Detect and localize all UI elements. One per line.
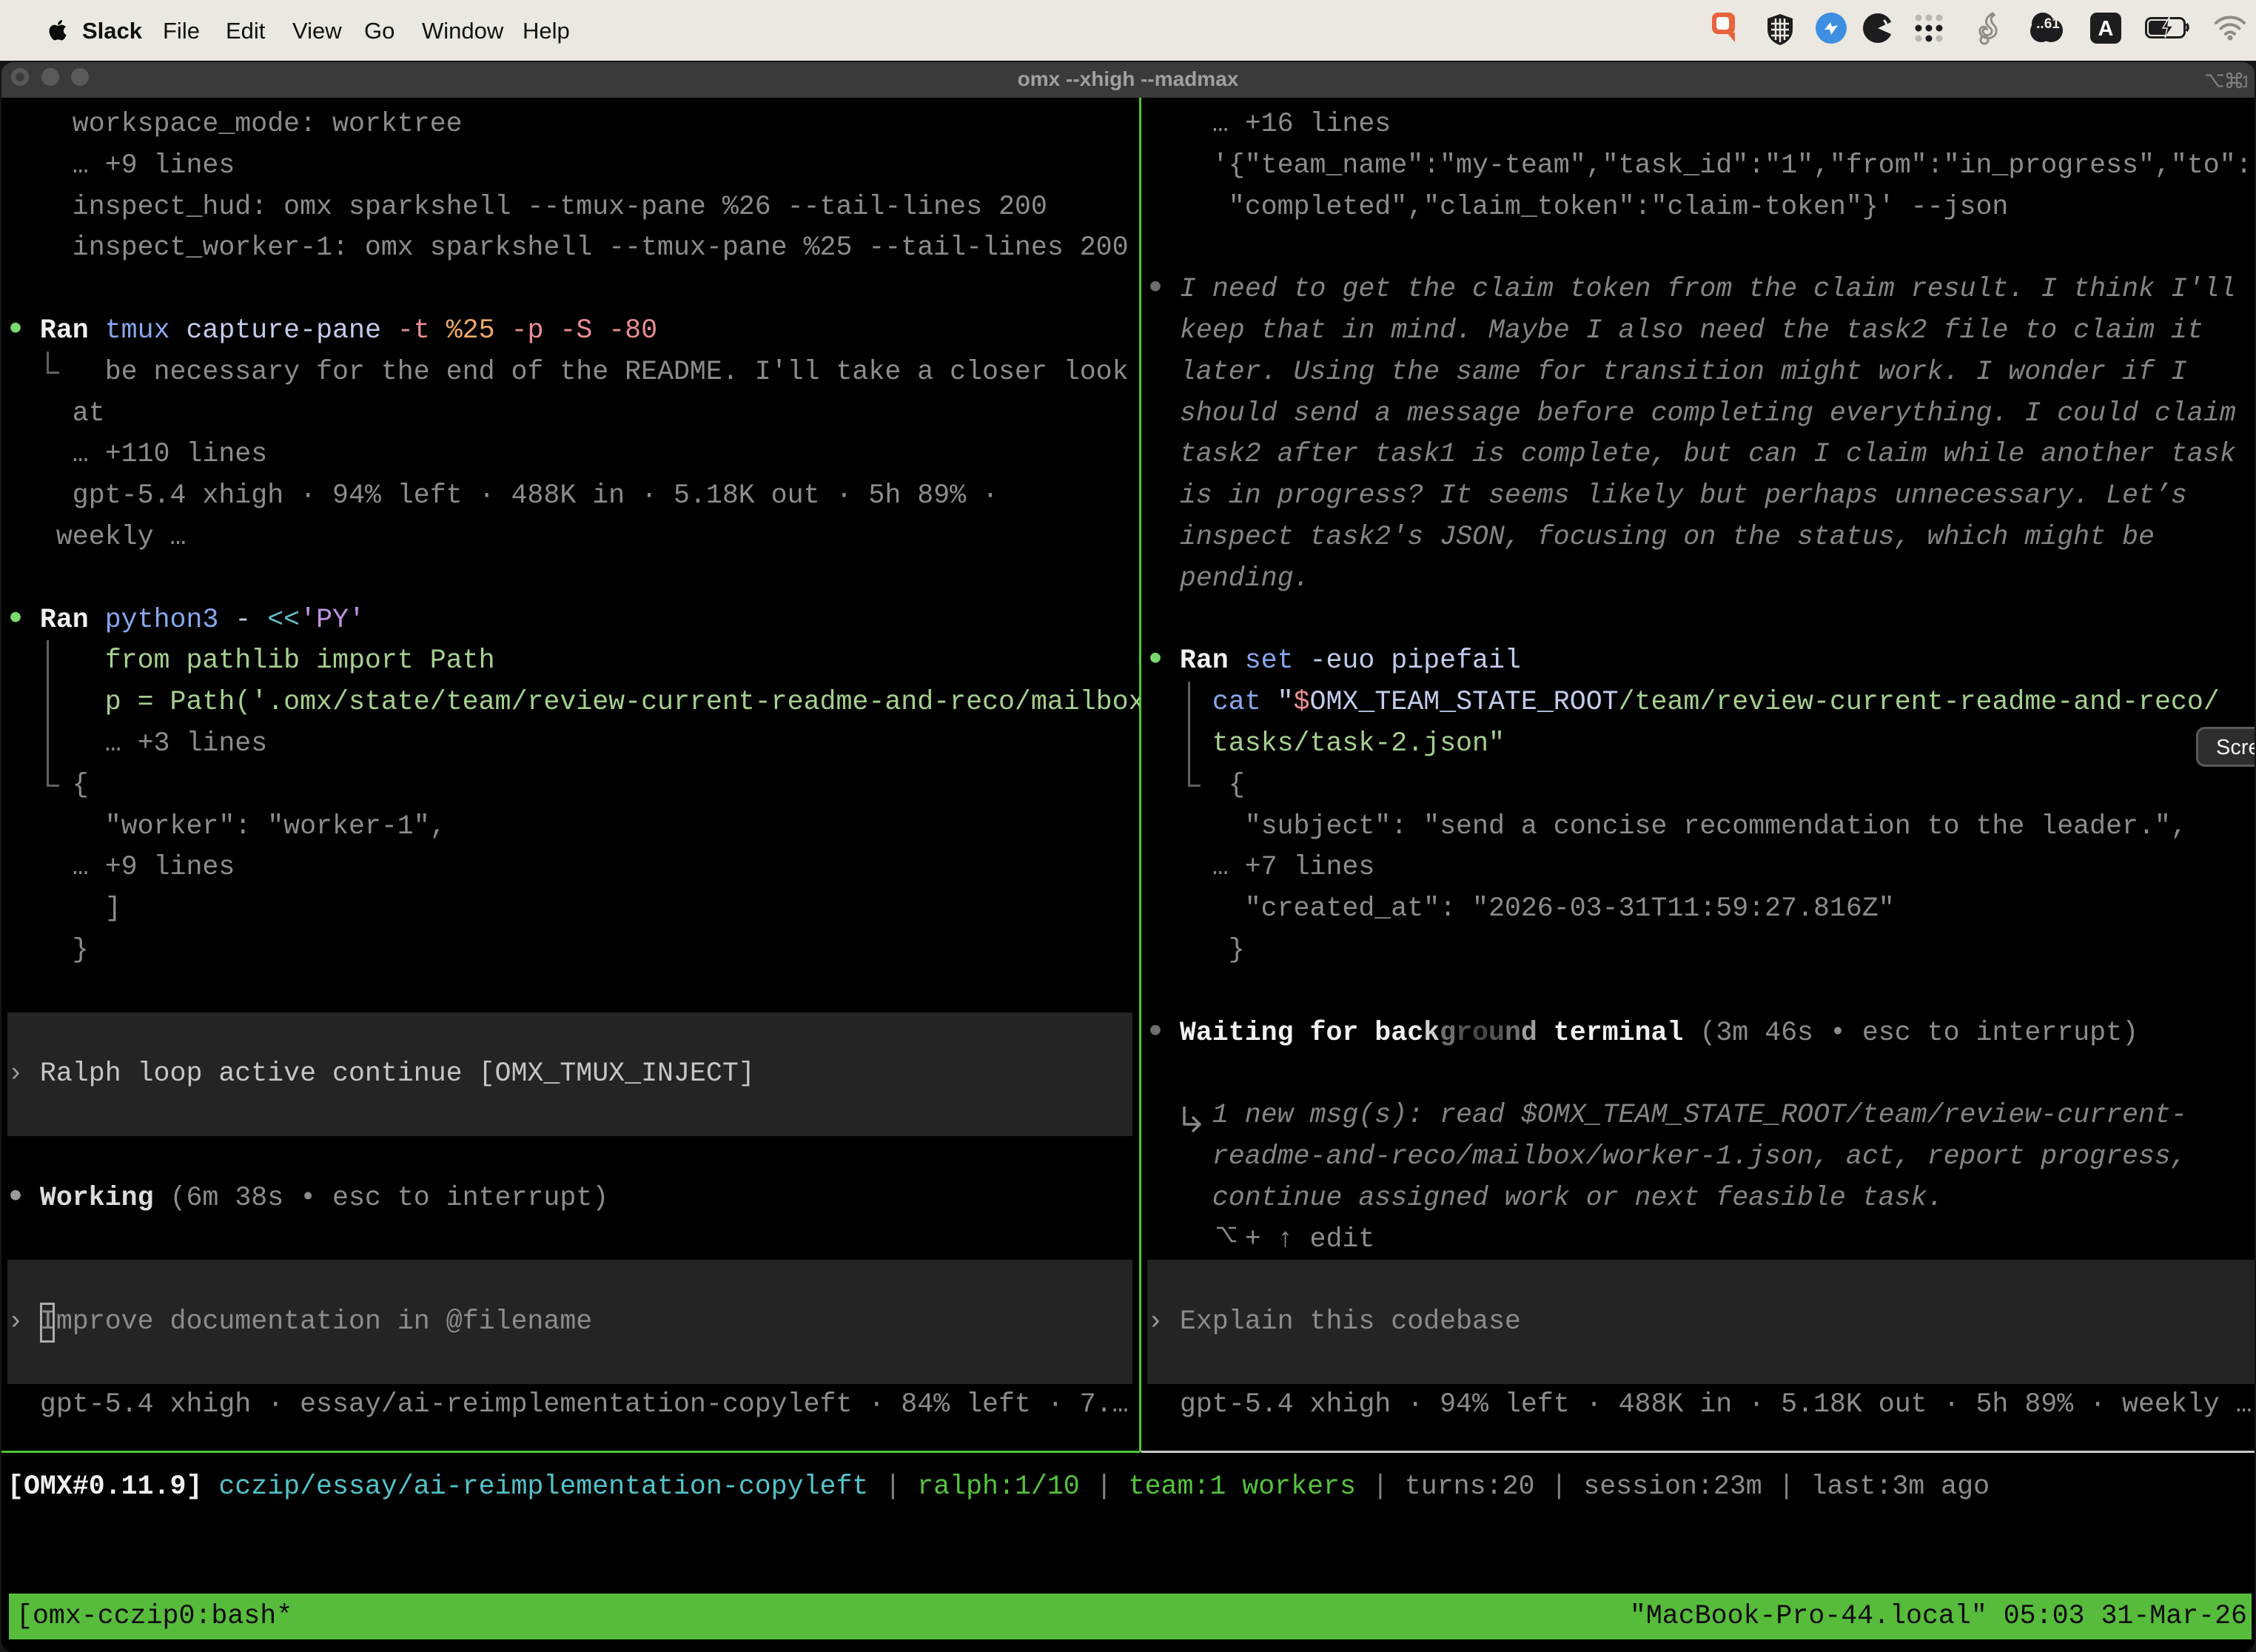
svg-text:1: 1 [2241,72,2247,91]
